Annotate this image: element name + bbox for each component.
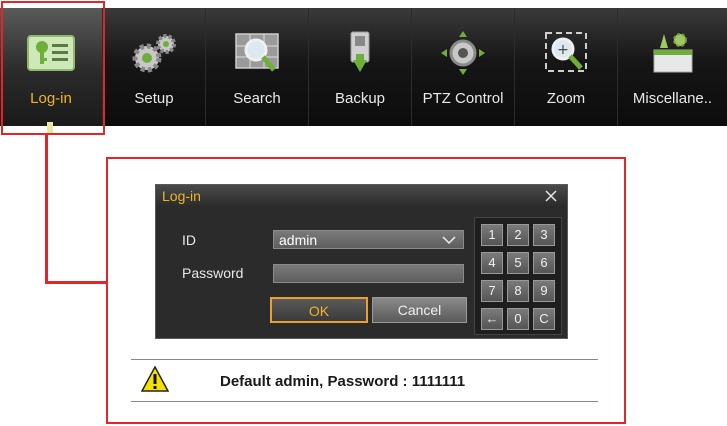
- key-backspace[interactable]: ←: [481, 308, 503, 330]
- key-6[interactable]: 6: [533, 252, 555, 274]
- svg-text:+: +: [557, 42, 569, 58]
- menu-label-zoom: Zoom: [546, 90, 586, 107]
- key-7[interactable]: 7: [481, 280, 503, 302]
- password-input[interactable]: [273, 264, 464, 283]
- menu-item-search[interactable]: Search: [206, 8, 309, 126]
- menu-item-miscellaneous[interactable]: Miscellane..: [618, 8, 727, 126]
- callout-line-horizontal: [45, 281, 108, 284]
- numeric-keypad: 1 2 3 4 5 6 7 8 9 ← 0 C: [474, 217, 562, 335]
- menu-item-setup[interactable]: Setup: [103, 8, 206, 126]
- backup-icon: [350, 31, 370, 72]
- gears-icon: [132, 34, 176, 73]
- ok-button[interactable]: OK: [270, 297, 368, 323]
- close-icon[interactable]: [543, 188, 559, 204]
- dialog-title: Log-in: [162, 188, 201, 204]
- id-select[interactable]: admin: [273, 230, 464, 249]
- key-9[interactable]: 9: [533, 280, 555, 302]
- menu-label-ptz-control: PTZ Control: [422, 90, 504, 107]
- id-label: ID: [182, 232, 196, 248]
- key-clear[interactable]: C: [533, 308, 555, 330]
- menu-item-zoom[interactable]: + Zoom: [515, 8, 618, 126]
- cancel-button[interactable]: Cancel: [372, 297, 467, 323]
- menu-item-backup[interactable]: Backup: [309, 8, 412, 126]
- callout-line-vertical: [45, 135, 48, 283]
- key-8[interactable]: 8: [507, 280, 529, 302]
- password-label: Password: [182, 265, 244, 281]
- active-menu-highlight: [1, 1, 105, 135]
- zoom-icon: +: [545, 32, 587, 72]
- login-dialog: Log-in ID admin Password OK Cancel 1 2 3…: [155, 184, 568, 339]
- key-2[interactable]: 2: [507, 224, 529, 246]
- note-divider-bottom: [131, 401, 598, 402]
- menu-label-miscellaneous: Miscellane..: [632, 90, 713, 107]
- menu-label-backup: Backup: [334, 90, 386, 107]
- search-icon: [235, 33, 279, 72]
- key-1[interactable]: 1: [481, 224, 503, 246]
- menu-label-setup: Setup: [134, 90, 174, 107]
- menu-item-ptz-control[interactable]: PTZ Control: [412, 8, 515, 126]
- id-value: admin: [279, 232, 318, 248]
- key-4[interactable]: 4: [481, 252, 503, 274]
- default-credentials-note: Default admin, Password : 1111111: [220, 373, 466, 390]
- key-3[interactable]: 3: [533, 224, 555, 246]
- note-divider-top: [131, 359, 598, 360]
- warning-icon: [141, 366, 169, 392]
- key-0[interactable]: 0: [507, 308, 529, 330]
- menu-label-search: Search: [233, 90, 281, 107]
- ptz-icon: [441, 31, 485, 75]
- dialog-title-bar: Log-in: [156, 185, 567, 207]
- chevron-down-icon: [442, 236, 456, 245]
- misc-icon: [653, 33, 692, 73]
- key-5[interactable]: 5: [507, 252, 529, 274]
